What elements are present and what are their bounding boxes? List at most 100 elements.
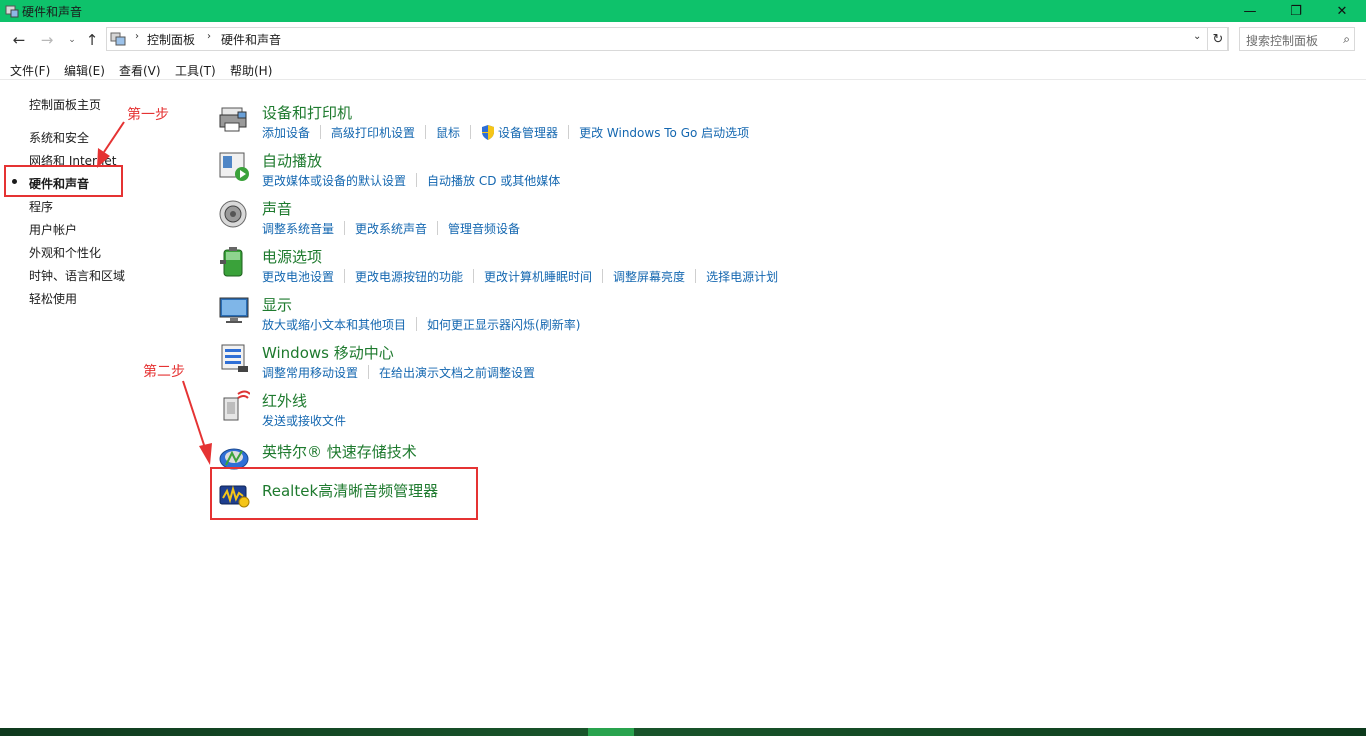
category-display: 显示 放大或缩小文本和其他项目 如何更正显示器闪烁(刷新率) <box>218 294 1318 340</box>
breadcrumb-separator: › <box>207 31 211 42</box>
menu-edit[interactable]: 编辑(E) <box>64 62 105 79</box>
back-button[interactable]: ← <box>10 31 28 49</box>
maximize-button[interactable]: ❐ <box>1273 0 1319 22</box>
link-refresh-rate[interactable]: 如何更正显示器闪烁(刷新率) <box>427 316 580 333</box>
printer-icon <box>219 107 247 132</box>
sidebar-item-appearance[interactable]: 外观和个性化 <box>29 244 101 261</box>
breadcrumb-separator: › <box>135 31 139 42</box>
up-button[interactable]: ↑ <box>83 31 101 49</box>
minimize-button[interactable]: — <box>1227 0 1273 22</box>
link-mobility-settings[interactable]: 调整常用移动设置 <box>262 364 358 381</box>
category-devices-printers: 设备和打印机 添加设备 高级打印机设置 鼠标 设备管理器 更改 Windows … <box>218 102 1318 148</box>
display-icon <box>219 297 249 323</box>
link-adjust-volume[interactable]: 调整系统音量 <box>262 220 334 237</box>
recent-locations-button[interactable]: ⌄ <box>63 31 81 49</box>
forward-button[interactable]: → <box>38 31 56 49</box>
link-add-device[interactable]: 添加设备 <box>262 124 310 141</box>
category-title[interactable]: Windows 移动中心 <box>262 342 394 363</box>
step2-label: 第二步 <box>143 364 185 380</box>
link-divider <box>473 269 475 283</box>
category-links: 调整系统音量 更改系统声音 管理音频设备 <box>262 219 520 237</box>
link-send-receive-files[interactable]: 发送或接收文件 <box>262 412 346 429</box>
search-input[interactable]: 搜索控制面板 ⌕ <box>1239 27 1355 51</box>
menu-tools[interactable]: 工具(T) <box>175 62 216 79</box>
link-advanced-printer[interactable]: 高级打印机设置 <box>331 124 415 141</box>
category-links: 发送或接收文件 <box>262 411 346 429</box>
search-icon[interactable]: ⌕ <box>1343 32 1350 47</box>
sidebar-item-system-security[interactable]: 系统和安全 <box>29 129 89 146</box>
link-power-plan[interactable]: 选择电源计划 <box>706 268 778 285</box>
category-links: 添加设备 高级打印机设置 鼠标 设备管理器 更改 Windows To Go 启… <box>262 123 749 141</box>
category-title[interactable]: 自动播放 <box>262 150 322 171</box>
infrared-icon <box>223 390 250 421</box>
link-divider <box>416 173 418 187</box>
category-title[interactable]: 显示 <box>262 294 292 315</box>
link-divider <box>425 125 427 139</box>
step2-highlight-box <box>210 467 478 520</box>
control-panel-icon <box>110 32 126 46</box>
link-divider <box>568 125 570 139</box>
link-battery-settings[interactable]: 更改电池设置 <box>262 268 334 285</box>
category-title[interactable]: 设备和打印机 <box>262 102 352 123</box>
category-infrared: 红外线 发送或接收文件 <box>218 390 1318 436</box>
menu-file[interactable]: 文件(F) <box>10 62 50 79</box>
link-device-manager[interactable]: 设备管理器 <box>498 124 558 141</box>
menu-bar: 文件(F) 编辑(E) 查看(V) 工具(T) 帮助(H) <box>0 58 1366 80</box>
refresh-button[interactable]: ↻ <box>1207 27 1229 51</box>
category-title[interactable]: 电源选项 <box>262 246 322 267</box>
link-power-buttons[interactable]: 更改电源按钮的功能 <box>355 268 463 285</box>
link-divider <box>344 221 346 235</box>
category-mobility-center: Windows 移动中心 调整常用移动设置 在给出演示文档之前调整设置 <box>218 342 1318 388</box>
breadcrumb-hardware-sound[interactable]: 硬件和声音 <box>221 31 281 48</box>
breadcrumb-control-panel[interactable]: 控制面板 <box>147 31 195 48</box>
link-divider <box>437 221 439 235</box>
speaker-icon <box>219 200 247 228</box>
category-title[interactable]: 声音 <box>262 198 292 219</box>
battery-icon <box>220 247 243 277</box>
link-divider <box>470 125 472 139</box>
link-change-sounds[interactable]: 更改系统声音 <box>355 220 427 237</box>
shield-icon <box>482 124 495 140</box>
mobility-center-icon <box>221 344 248 372</box>
taskbar <box>0 728 1366 736</box>
category-links: 更改媒体或设备的默认设置 自动播放 CD 或其他媒体 <box>262 171 560 189</box>
close-button[interactable]: ✕ <box>1319 0 1365 22</box>
link-divider <box>368 365 370 379</box>
menu-help[interactable]: 帮助(H) <box>230 62 272 79</box>
link-manage-audio[interactable]: 管理音频设备 <box>448 220 520 237</box>
link-presentation-settings[interactable]: 在给出演示文档之前调整设置 <box>379 364 535 381</box>
link-autoplay-cd[interactable]: 自动播放 CD 或其他媒体 <box>427 172 560 189</box>
link-windows-to-go[interactable]: 更改 Windows To Go 启动选项 <box>579 124 749 141</box>
sidebar-item-clock-region[interactable]: 时钟、语言和区域 <box>29 267 125 284</box>
link-divider <box>695 269 697 283</box>
category-power: 电源选项 更改电池设置 更改电源按钮的功能 更改计算机睡眠时间 调整屏幕亮度 选… <box>218 246 1318 292</box>
link-divider <box>602 269 604 283</box>
address-bar[interactable]: › 控制面板 › 硬件和声音 ⌄ <box>106 27 1228 51</box>
sidebar-item-ease-of-access[interactable]: 轻松使用 <box>29 290 77 307</box>
search-placeholder: 搜索控制面板 <box>1246 34 1319 48</box>
category-title[interactable]: 英特尔® 快速存储技术 <box>262 441 417 462</box>
category-links: 调整常用移动设置 在给出演示文档之前调整设置 <box>262 363 535 381</box>
category-links: 放大或缩小文本和其他项目 如何更正显示器闪烁(刷新率) <box>262 315 580 333</box>
step1-highlight-box <box>4 165 123 197</box>
category-autoplay: 自动播放 更改媒体或设备的默认设置 自动播放 CD 或其他媒体 <box>218 150 1318 196</box>
link-default-media[interactable]: 更改媒体或设备的默认设置 <box>262 172 406 189</box>
navigation-bar: ← → ⌄ ↑ › 控制面板 › 硬件和声音 ⌄ ↻ 搜索控制面板 ⌕ <box>0 22 1366 58</box>
chevron-down-icon[interactable]: ⌄ <box>1193 31 1201 42</box>
link-text-size[interactable]: 放大或缩小文本和其他项目 <box>262 316 406 333</box>
menu-view[interactable]: 查看(V) <box>119 62 161 79</box>
link-mouse[interactable]: 鼠标 <box>436 124 460 141</box>
category-title[interactable]: 红外线 <box>262 390 307 411</box>
step1-label: 第一步 <box>127 107 169 123</box>
sidebar-item-programs[interactable]: 程序 <box>29 198 53 215</box>
link-brightness[interactable]: 调整屏幕亮度 <box>613 268 685 285</box>
autoplay-icon <box>219 152 249 181</box>
link-sleep-time[interactable]: 更改计算机睡眠时间 <box>484 268 592 285</box>
link-divider <box>416 317 418 331</box>
active-taskbar-item[interactable] <box>588 728 634 736</box>
window-title: 硬件和声音 <box>22 5 83 19</box>
sidebar-item-user-accounts[interactable]: 用户帐户 <box>29 221 77 238</box>
title-bar: 硬件和声音 — ❐ ✕ <box>0 0 1366 22</box>
control-panel-app-icon <box>5 5 19 18</box>
sidebar-item-home[interactable]: 控制面板主页 <box>29 96 101 113</box>
